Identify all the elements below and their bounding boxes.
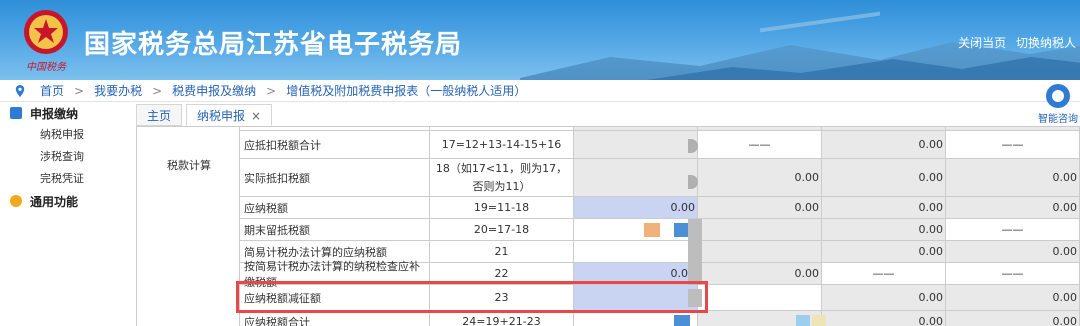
- amount-cell[interactable]: 0.00: [946, 311, 1080, 326]
- amount-cell: [698, 127, 822, 130]
- breadcrumb-tax-filing[interactable]: 税费申报及缴纳: [172, 82, 256, 99]
- tab-home[interactable]: 主页: [136, 104, 183, 126]
- amount-cell[interactable]: 0.00: [698, 159, 822, 196]
- amount-cell[interactable]: [574, 131, 698, 158]
- smart-consult-button[interactable]: 智能咨询: [1036, 84, 1080, 125]
- amount-cell[interactable]: 0.00: [822, 219, 946, 240]
- breadcrumb-home[interactable]: 首页: [40, 82, 64, 99]
- sidebar-group-label: 通用功能: [30, 194, 79, 209]
- close-icon[interactable]: ×: [251, 109, 261, 123]
- amount-cell: [574, 127, 698, 130]
- grid-icon: [10, 107, 22, 119]
- row-name: 应抵扣税额合计: [240, 131, 430, 158]
- amount-cell[interactable]: 0.00: [822, 311, 946, 326]
- tab-label: 纳税申报: [197, 109, 246, 123]
- row-formula: 19=11-18: [430, 197, 574, 218]
- amount-cell[interactable]: [574, 241, 698, 262]
- row-formula: [430, 127, 574, 130]
- row-formula: 24=19+21-23: [430, 311, 574, 326]
- sidebar-group-label: 申报缴纳: [30, 106, 79, 121]
- tab-bar: 主页 纳税申报 ×: [136, 104, 276, 126]
- breadcrumb-handle-tax[interactable]: 我要办税: [94, 82, 142, 99]
- amount-cell: ——: [946, 263, 1080, 284]
- site-banner: 中国税务 国家税务总局江苏省电子税务局 关闭当页 切换纳税人: [0, 0, 1080, 80]
- amount-cell: [822, 127, 946, 130]
- amount-cell: ——: [946, 219, 1080, 240]
- highlight-box: [236, 281, 708, 313]
- site-title: 国家税务总局江苏省电子税务局: [84, 30, 463, 60]
- row-formula: 18（如17<11，则为17，否则为11）: [430, 159, 574, 196]
- amount-cell: ——: [822, 263, 946, 284]
- row-name: 应纳税额: [240, 197, 430, 218]
- amount-cell: ——: [698, 131, 822, 158]
- color-marker: [674, 315, 690, 326]
- amount-cell[interactable]: 0.00: [946, 241, 1080, 262]
- row-name: 期末留抵税额: [240, 219, 430, 240]
- amount-cell[interactable]: 0.00: [946, 285, 1080, 310]
- row-name: 实际抵扣税额: [240, 159, 430, 196]
- amount-cell[interactable]: 0.00: [698, 197, 822, 218]
- chat-bubble-icon: [10, 195, 22, 207]
- row-name: 应纳税额合计: [240, 311, 430, 326]
- amount-cell[interactable]: 0.00: [574, 197, 698, 218]
- amount-cell[interactable]: 0.00: [822, 131, 946, 158]
- breadcrumb: 首页 > 我要办税 > 税费申报及缴纳 > 增值税及附加税费申报表（一般纳税人适…: [0, 80, 1080, 102]
- row-formula: 17=12+13-14-15+16: [430, 131, 574, 158]
- tax-emblem-icon: [24, 10, 68, 54]
- sidebar: 申报缴纳 纳税申报 涉税查询 完税凭证 通用功能: [0, 102, 136, 326]
- brand-logo-text: 中国税务: [26, 62, 66, 73]
- location-pin-icon: [15, 84, 25, 97]
- breadcrumb-separator: >: [74, 83, 85, 98]
- breadcrumb-separator: >: [152, 83, 163, 98]
- sidebar-item-tax-query[interactable]: 涉税查询: [0, 146, 136, 168]
- color-marker: [796, 315, 810, 326]
- row-name: [240, 127, 430, 130]
- close-page-link[interactable]: 关闭当页: [958, 36, 1006, 50]
- amount-cell[interactable]: 0.00: [822, 241, 946, 262]
- amount-cell: [946, 127, 1080, 130]
- amount-cell[interactable]: [698, 285, 822, 310]
- column-divider-marker: [688, 219, 702, 285]
- color-marker: [812, 315, 826, 326]
- tab-tax-filing[interactable]: 纳税申报 ×: [186, 104, 273, 126]
- sidebar-item-tax-filing[interactable]: 纳税申报: [0, 124, 136, 146]
- tab-label: 主页: [147, 109, 172, 123]
- row-formula: 21: [430, 241, 574, 262]
- amount-cell: ——: [946, 131, 1080, 158]
- amount-cell[interactable]: 0.00: [822, 159, 946, 196]
- smart-consult-label: 智能咨询: [1038, 114, 1078, 125]
- vat-declaration-table: 税款计算 应抵扣税额合计 17=12+13-14-15+16 —— 0.00 —…: [136, 126, 1080, 326]
- table-row: 实际抵扣税额 18（如17<11，则为17，否则为11） 0.00 0.00 0…: [240, 159, 1080, 197]
- amount-cell[interactable]: 0.00: [946, 197, 1080, 218]
- amount-cell[interactable]: 0.00: [822, 197, 946, 218]
- table-row: 应抵扣税额合计 17=12+13-14-15+16 —— 0.00 ——: [240, 131, 1080, 159]
- category-label: 税款计算: [167, 159, 211, 172]
- color-marker: [644, 223, 660, 237]
- amount-cell[interactable]: [698, 219, 822, 240]
- switch-taxpayer-link[interactable]: 切换纳税人: [1016, 36, 1076, 50]
- amount-cell[interactable]: 0.00: [946, 159, 1080, 196]
- amount-cell[interactable]: 0.00: [698, 263, 822, 284]
- table-row: 应纳税额 19=11-18 0.00 0.00 0.00 0.00: [240, 197, 1080, 219]
- headset-icon: [1046, 84, 1070, 108]
- sidebar-item-tax-certificate[interactable]: 完税凭证: [0, 168, 136, 190]
- sidebar-group-filing[interactable]: 申报缴纳: [0, 102, 136, 124]
- table-row: 应纳税额合计 24=19+21-23 0.00 0.00: [240, 311, 1080, 326]
- breadcrumb-vat-form[interactable]: 增值税及附加税费申报表（一般纳税人适用）: [286, 82, 526, 99]
- amount-cell[interactable]: [574, 159, 698, 196]
- table-row: 期末留抵税额 20=17-18 0.00 ——: [240, 219, 1080, 241]
- category-cell: 税款计算: [136, 127, 240, 326]
- top-links: 关闭当页 切换纳税人: [952, 34, 1076, 51]
- row-formula: 20=17-18: [430, 219, 574, 240]
- amount-cell[interactable]: 0.00: [822, 285, 946, 310]
- amount-cell[interactable]: [698, 241, 822, 262]
- breadcrumb-separator: >: [266, 83, 277, 98]
- sidebar-group-common[interactable]: 通用功能: [0, 190, 136, 212]
